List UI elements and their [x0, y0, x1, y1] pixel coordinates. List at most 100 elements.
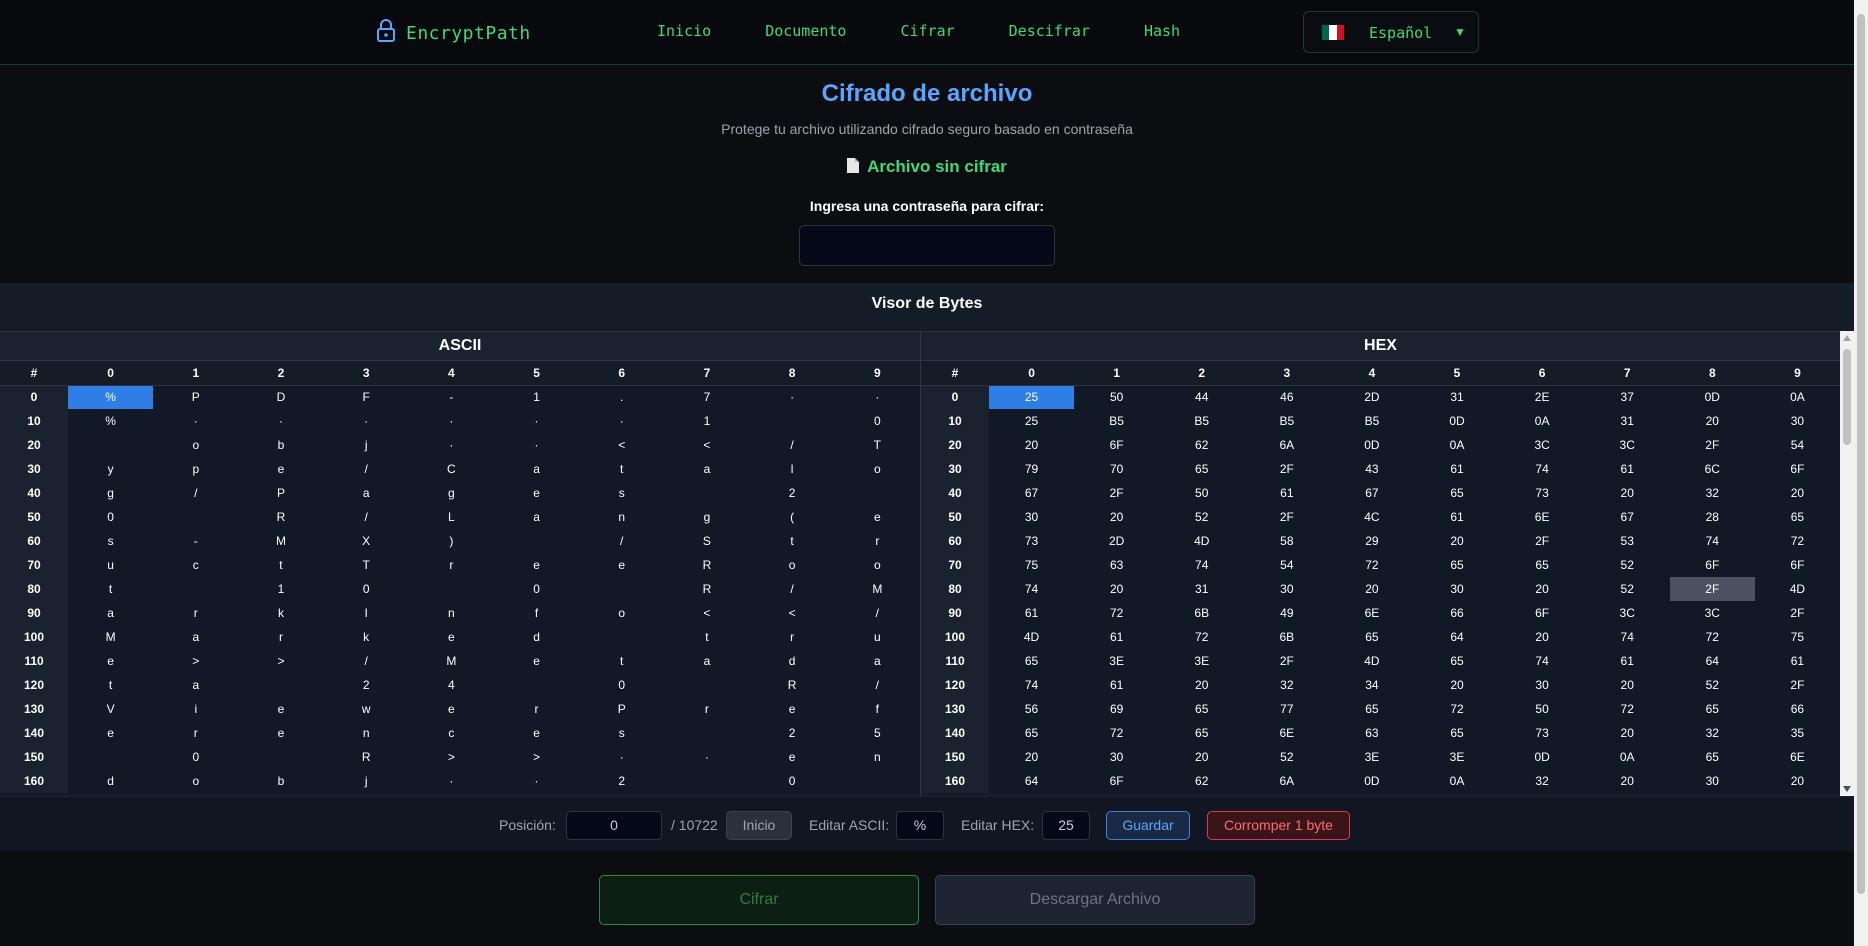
ascii-byte-cell[interactable]: f [493, 601, 580, 625]
hex-byte-cell[interactable]: 3E [1329, 745, 1415, 769]
ascii-byte-cell[interactable]: / [323, 649, 409, 673]
hex-byte-cell[interactable]: 2F [1244, 457, 1330, 481]
ascii-byte-cell[interactable]: · [408, 409, 494, 433]
ascii-byte-cell[interactable] [153, 505, 239, 529]
hex-byte-cell[interactable]: 61 [1414, 457, 1500, 481]
hex-byte-cell[interactable]: 0A [1499, 409, 1585, 433]
scroll-up-icon[interactable] [1843, 335, 1851, 341]
save-button[interactable]: Guardar [1106, 811, 1190, 840]
ascii-byte-cell[interactable]: M [68, 625, 154, 649]
hex-byte-cell[interactable]: 75 [1754, 625, 1840, 649]
hex-byte-cell[interactable]: 52 [1584, 577, 1670, 601]
ascii-byte-cell[interactable]: - [153, 529, 239, 553]
ascii-byte-cell[interactable]: r [238, 625, 324, 649]
hex-byte-cell[interactable]: 65 [1669, 745, 1755, 769]
ascii-byte-cell[interactable]: · [579, 409, 665, 433]
hex-byte-cell[interactable]: 53 [1584, 529, 1670, 553]
ascii-byte-cell[interactable]: u [68, 553, 154, 577]
hex-byte-cell[interactable]: 6A [1244, 433, 1330, 457]
ascii-byte-cell[interactable]: M [834, 577, 920, 601]
hex-byte-cell[interactable]: 20 [1754, 769, 1840, 793]
ascii-byte-cell[interactable]: < [664, 601, 750, 625]
ascii-byte-cell[interactable]: · [664, 745, 750, 769]
ascii-byte-cell[interactable]: 0 [323, 577, 409, 601]
ascii-byte-cell[interactable]: V [68, 697, 154, 721]
ascii-byte-cell[interactable]: · [153, 409, 239, 433]
ascii-byte-cell[interactable]: > [493, 745, 580, 769]
hex-byte-cell[interactable]: B5 [1244, 409, 1330, 433]
hex-byte-cell[interactable]: 6A [1244, 769, 1330, 793]
hex-byte-cell[interactable]: 3E [1074, 649, 1160, 673]
ascii-byte-cell[interactable]: r [493, 697, 580, 721]
ascii-byte-cell[interactable]: d [493, 625, 580, 649]
hex-byte-cell[interactable]: 63 [1074, 553, 1160, 577]
nav-link-inicio[interactable]: Inicio [657, 22, 711, 40]
hex-byte-cell[interactable]: 20 [1074, 505, 1160, 529]
ascii-byte-cell[interactable]: 5 [834, 721, 920, 745]
hex-byte-cell[interactable]: 34 [1329, 673, 1415, 697]
ascii-byte-cell[interactable] [579, 625, 665, 649]
hex-byte-cell[interactable]: 0D [1329, 769, 1415, 793]
ascii-byte-cell[interactable]: t [579, 457, 665, 481]
hex-byte-cell[interactable]: 20 [1754, 481, 1840, 505]
hex-byte-cell[interactable]: 30 [1074, 745, 1160, 769]
ascii-byte-cell[interactable]: X [323, 529, 409, 553]
hex-byte-cell[interactable]: 30 [989, 505, 1075, 529]
hex-byte-cell[interactable]: 72 [1584, 697, 1670, 721]
hex-byte-cell[interactable]: 61 [989, 601, 1075, 625]
hex-byte-cell[interactable]: 72 [1329, 553, 1415, 577]
ascii-byte-cell[interactable]: o [579, 601, 665, 625]
brand[interactable]: EncryptPath [376, 19, 531, 48]
hex-byte-cell[interactable]: 79 [989, 457, 1075, 481]
ascii-byte-cell[interactable]: 2 [749, 721, 835, 745]
hex-byte-cell[interactable]: 56 [989, 697, 1075, 721]
hex-byte-cell[interactable]: 32 [1669, 721, 1755, 745]
hex-byte-cell[interactable]: 6C [1669, 457, 1755, 481]
ascii-byte-cell[interactable] [664, 673, 750, 697]
corrupt-byte-button[interactable]: Corromper 1 byte [1207, 811, 1350, 840]
ascii-byte-cell[interactable]: r [153, 721, 239, 745]
ascii-byte-cell[interactable]: R [323, 745, 409, 769]
ascii-byte-cell[interactable]: e [408, 697, 494, 721]
ascii-byte-cell[interactable]: s [579, 481, 665, 505]
hex-byte-cell[interactable]: 2F [1754, 601, 1840, 625]
hex-byte-cell[interactable]: 74 [989, 673, 1075, 697]
ascii-byte-cell[interactable]: y [68, 457, 154, 481]
hex-byte-cell[interactable]: 72 [1754, 529, 1840, 553]
hex-byte-cell[interactable]: 6E [1754, 745, 1840, 769]
hex-byte-cell[interactable]: 20 [1584, 673, 1670, 697]
hex-byte-cell[interactable]: 0A [1584, 745, 1670, 769]
hex-byte-cell[interactable]: 70 [1074, 457, 1160, 481]
ascii-byte-cell[interactable]: D [238, 385, 324, 409]
hex-byte-cell[interactable]: 61 [1074, 673, 1160, 697]
hex-byte-cell[interactable]: 62 [1159, 769, 1245, 793]
ascii-byte-cell[interactable]: d [68, 769, 154, 793]
hex-byte-cell[interactable]: 0A [1754, 385, 1840, 409]
hex-byte-cell[interactable]: 65 [1329, 697, 1415, 721]
hex-byte-cell[interactable]: 2F [1669, 433, 1755, 457]
ascii-byte-cell[interactable]: - [408, 385, 494, 409]
nav-link-hash[interactable]: Hash [1144, 22, 1180, 40]
ascii-byte-cell[interactable] [153, 577, 239, 601]
hex-byte-cell[interactable]: 30 [1669, 769, 1755, 793]
ascii-byte-cell[interactable]: d [749, 649, 835, 673]
ascii-byte-cell[interactable]: a [153, 625, 239, 649]
hex-byte-cell[interactable]: 0D [1669, 385, 1755, 409]
ascii-byte-cell[interactable]: e [68, 649, 154, 673]
ascii-byte-cell[interactable] [68, 433, 154, 457]
ascii-byte-cell[interactable]: o [834, 457, 920, 481]
hex-byte-cell[interactable]: B5 [1074, 409, 1160, 433]
hex-byte-cell[interactable]: 31 [1414, 385, 1500, 409]
ascii-byte-cell[interactable]: a [153, 673, 239, 697]
hex-byte-cell[interactable]: 43 [1329, 457, 1415, 481]
hex-byte-cell[interactable]: 6F [1074, 769, 1160, 793]
hex-byte-cell[interactable]: 0A [1414, 433, 1500, 457]
ascii-byte-cell[interactable]: e [749, 745, 835, 769]
ascii-byte-cell[interactable]: s [579, 721, 665, 745]
ascii-byte-cell[interactable]: < [579, 433, 665, 457]
ascii-byte-cell[interactable]: 0 [749, 769, 835, 793]
ascii-byte-cell[interactable] [579, 577, 665, 601]
ascii-byte-cell[interactable]: / [153, 481, 239, 505]
hex-byte-cell[interactable]: 2F [1669, 577, 1755, 601]
hex-byte-cell[interactable]: 50 [1074, 385, 1160, 409]
